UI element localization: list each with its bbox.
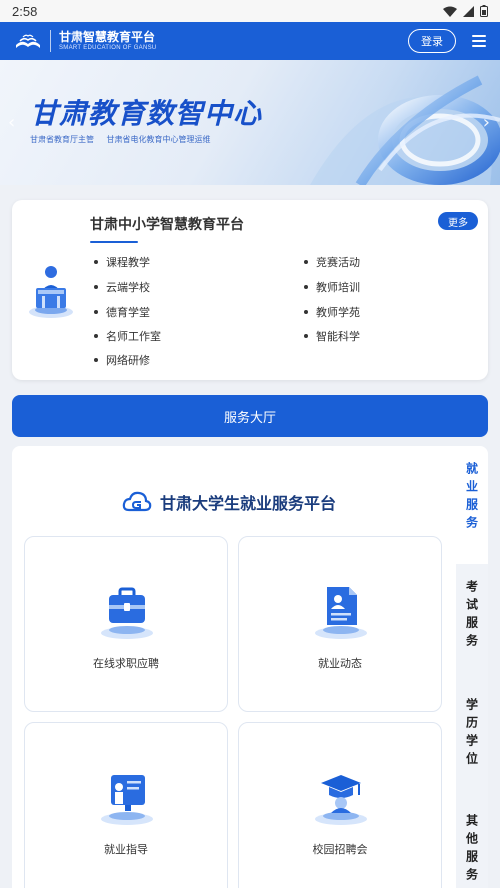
banner-subtitle: 甘肃省教育厅主管 甘肃省电化教育中心管理运维: [30, 134, 221, 145]
logo-divider: [50, 30, 51, 52]
banner-title: 甘肃教育数智中心: [30, 97, 263, 130]
link-competition[interactable]: 竞赛活动: [304, 252, 360, 272]
tab-exam-service[interactable]: 考试服务: [456, 564, 488, 684]
service-panel: 甘肃大学生就业服务平台 在线求职应聘 就业动态 就业指导 校园招聘会 就业服务 …: [12, 446, 488, 888]
title-underline: [90, 241, 138, 243]
employment-header: 甘肃大学生就业服务平台: [122, 490, 336, 514]
logo-subtitle: SMART EDUCATION OF GANSU: [59, 44, 157, 51]
hamburger-menu-icon[interactable]: [472, 35, 486, 47]
document-profile-icon: [315, 587, 367, 639]
book-logo-icon: [16, 34, 40, 48]
battery-icon: [480, 5, 488, 17]
service-card-online-job[interactable]: 在线求职应聘: [24, 536, 228, 712]
service-category-tabs: 就业服务 考试服务 学历学位 其他服务: [456, 446, 488, 888]
wifi-icon: [443, 6, 457, 17]
graduation-cap-icon: [315, 775, 367, 825]
link-teacher-academy[interactable]: 教师学苑: [304, 302, 360, 322]
banner-prev-icon[interactable]: ‹: [8, 112, 15, 133]
link-master-teacher[interactable]: 名师工作室: [94, 326, 161, 346]
service-card-label: 校园招聘会: [312, 843, 368, 856]
platform-logo[interactable]: 甘肃智慧教育平台 SMART EDUCATION OF GANSU: [14, 30, 157, 53]
briefcase-icon: [101, 587, 153, 639]
service-card-label: 就业指导: [104, 843, 148, 856]
banner-next-icon[interactable]: ›: [483, 112, 490, 133]
tab-label: 学历学位: [464, 698, 479, 770]
link-course-teaching[interactable]: 课程教学: [94, 252, 150, 272]
service-card-employment-news[interactable]: 就业动态: [238, 536, 442, 712]
status-time: 2:58: [12, 3, 38, 19]
app-header: 甘肃智慧教育平台 SMART EDUCATION OF GANSU 登录: [0, 22, 500, 60]
link-teacher-training[interactable]: 教师培训: [304, 277, 360, 297]
k12-platform-card: 甘肃中小学智慧教育平台 更多 课程教学 竞赛活动 云端学校 教师培训 德育学堂 …: [12, 200, 488, 380]
tab-label: 其他服务: [464, 814, 479, 886]
link-smart-science[interactable]: 智能科学: [304, 326, 360, 346]
tab-degree[interactable]: 学历学位: [456, 684, 488, 802]
link-moral-education[interactable]: 德育学堂: [94, 302, 150, 322]
glass-swirl-decoration: [310, 75, 500, 185]
presentation-board-icon: [101, 775, 153, 825]
status-bar: 2:58: [0, 0, 500, 22]
tab-employment-service[interactable]: 就业服务: [456, 454, 488, 564]
cloud-g-logo-icon: [122, 491, 152, 512]
more-button[interactable]: 更多: [438, 212, 478, 230]
service-card-career-guidance[interactable]: 就业指导: [24, 722, 228, 888]
teacher-podium-icon: [29, 266, 73, 318]
platform-title: 甘肃中小学智慧教育平台: [90, 217, 244, 233]
login-button[interactable]: 登录: [408, 29, 456, 53]
service-hall-button[interactable]: 服务大厅: [12, 395, 488, 437]
tab-label: 考试服务: [464, 580, 479, 652]
tab-other-service[interactable]: 其他服务: [456, 802, 488, 888]
hero-banner[interactable]: 甘肃教育数智中心 甘肃省教育厅主管 甘肃省电化教育中心管理运维 ‹ ›: [0, 60, 500, 185]
service-card-label: 就业动态: [318, 657, 362, 670]
service-card-label: 在线求职应聘: [93, 657, 159, 670]
banner-subtitle-1: 甘肃省教育厅主管: [30, 135, 94, 144]
link-online-research[interactable]: 网络研修: [94, 350, 150, 370]
signal-icon: [463, 5, 474, 17]
employment-title: 甘肃大学生就业服务平台: [160, 494, 337, 513]
service-card-campus-recruitment[interactable]: 校园招聘会: [238, 722, 442, 888]
logo-name: 甘肃智慧教育平台: [59, 29, 156, 44]
link-cloud-school[interactable]: 云端学校: [94, 277, 150, 297]
tab-label: 就业服务: [464, 462, 479, 534]
banner-subtitle-2: 甘肃省电化教育中心管理运维: [106, 135, 211, 144]
